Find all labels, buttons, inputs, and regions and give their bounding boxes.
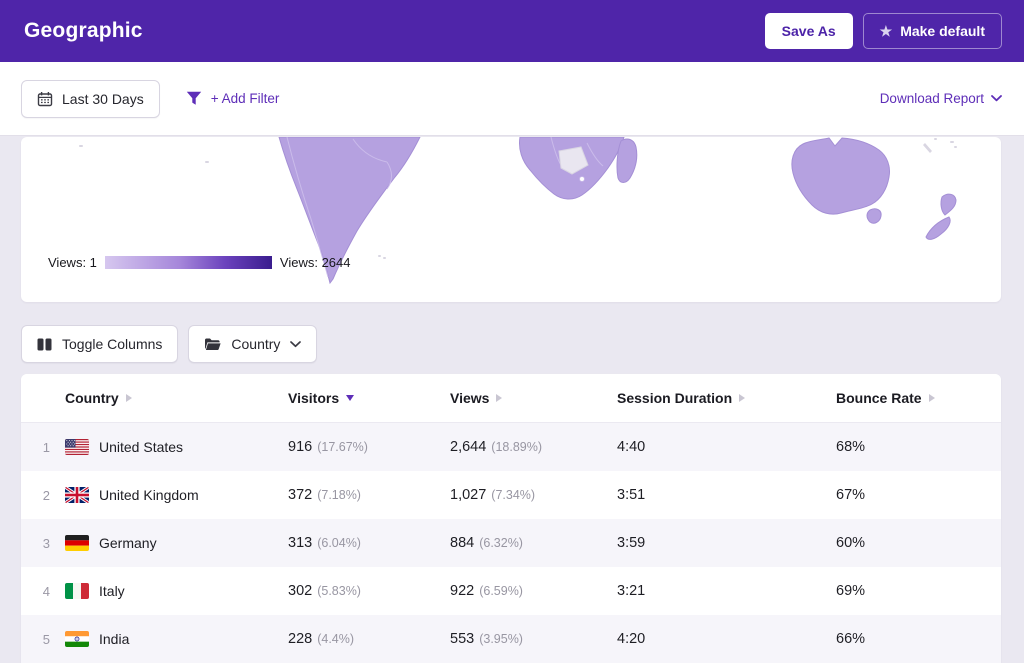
map-tasmania bbox=[867, 209, 881, 223]
visitors-percent: (7.18%) bbox=[317, 488, 361, 502]
chevron-down-icon bbox=[290, 341, 301, 348]
columns-icon bbox=[37, 338, 52, 351]
add-filter-button[interactable]: + Add Filter bbox=[186, 91, 280, 106]
flag-united-states-icon bbox=[65, 439, 89, 455]
views-value: 553 bbox=[450, 631, 474, 647]
sort-arrow-icon bbox=[496, 394, 502, 402]
flag-united-kingdom-icon bbox=[65, 487, 89, 503]
bounce-rate-value: 67% bbox=[836, 487, 865, 503]
row-rank: 5 bbox=[21, 632, 65, 647]
session-duration-value: 3:21 bbox=[617, 583, 645, 599]
visitors-value: 916 bbox=[288, 439, 312, 455]
map-views-legend: Views: 1 Views: 2644 bbox=[48, 255, 351, 270]
folder-icon bbox=[204, 337, 221, 351]
column-header-visitors[interactable]: Visitors bbox=[288, 390, 450, 406]
page-title: Geographic bbox=[24, 19, 143, 43]
views-percent: (18.89%) bbox=[491, 440, 542, 454]
toggle-columns-label: Toggle Columns bbox=[62, 336, 162, 352]
views-percent: (6.59%) bbox=[479, 584, 523, 598]
add-filter-label: + Add Filter bbox=[211, 91, 280, 106]
make-default-button[interactable]: ★ Make default bbox=[863, 13, 1002, 49]
table-row[interactable]: 4 Italy 302 (5.83%) 922 (6.59%) 3:21 69% bbox=[21, 567, 1001, 615]
column-header-country[interactable]: Country bbox=[65, 390, 288, 406]
map-australia bbox=[792, 138, 890, 214]
report-toolbar: Last 30 Days + Add Filter Download Repor… bbox=[0, 62, 1024, 136]
date-range-button[interactable]: Last 30 Days bbox=[21, 80, 160, 118]
sort-desc-icon bbox=[346, 395, 354, 401]
table-row[interactable]: 2 United Kingdom 372(7.18%) 1,027(7 bbox=[21, 471, 1001, 519]
views-value: 884 bbox=[450, 535, 474, 551]
visitors-percent: (6.04%) bbox=[317, 536, 361, 550]
star-icon: ★ bbox=[880, 24, 893, 38]
dimension-label: Country bbox=[231, 336, 280, 352]
download-report-label: Download Report bbox=[880, 91, 984, 106]
views-value: 2,644 bbox=[450, 439, 486, 455]
bounce-rate-value: 68% bbox=[836, 439, 865, 455]
country-name: India bbox=[99, 631, 129, 647]
save-as-button[interactable]: Save As bbox=[765, 13, 853, 49]
legend-max-label: Views: 2644 bbox=[280, 255, 351, 270]
table-row[interactable]: 1 bbox=[21, 423, 1001, 471]
map-nz-south bbox=[926, 217, 950, 239]
legend-min-label: Views: 1 bbox=[48, 255, 97, 270]
visitors-percent: (4.4%) bbox=[317, 632, 354, 646]
bounce-rate-value: 60% bbox=[836, 535, 865, 551]
row-rank: 4 bbox=[21, 584, 65, 599]
table-controls: Toggle Columns Country bbox=[21, 325, 1001, 363]
country-name: Italy bbox=[99, 583, 125, 599]
toggle-columns-button[interactable]: Toggle Columns bbox=[21, 325, 178, 363]
session-duration-value: 4:40 bbox=[617, 439, 645, 455]
views-percent: (7.34%) bbox=[491, 488, 535, 502]
geographic-map-card: Views: 1 Views: 2644 bbox=[21, 137, 1001, 302]
download-report-dropdown[interactable]: Download Report bbox=[880, 91, 1002, 106]
table-row[interactable]: 5 India 228 (4.4%) 553 (3.95%) 4:20 66% bbox=[21, 615, 1001, 663]
bounce-rate-value: 66% bbox=[836, 631, 865, 647]
visitors-percent: (5.83%) bbox=[317, 584, 361, 598]
row-rank: 1 bbox=[21, 440, 65, 455]
filter-funnel-icon bbox=[186, 91, 202, 106]
date-range-label: Last 30 Days bbox=[62, 91, 144, 107]
table-header-row: Country Visitors Views Session Duration … bbox=[21, 374, 1001, 423]
views-value: 922 bbox=[450, 583, 474, 599]
sort-arrow-icon bbox=[929, 394, 935, 402]
session-duration-value: 4:20 bbox=[617, 631, 645, 647]
dimension-dropdown[interactable]: Country bbox=[188, 325, 317, 363]
views-percent: (6.32%) bbox=[479, 536, 523, 550]
bounce-rate-value: 69% bbox=[836, 583, 865, 599]
sort-arrow-icon bbox=[739, 394, 745, 402]
country-name: United States bbox=[99, 439, 183, 455]
chevron-down-icon bbox=[991, 95, 1002, 102]
world-map[interactable] bbox=[21, 137, 1001, 302]
sort-arrow-icon bbox=[126, 394, 132, 402]
column-header-session-duration[interactable]: Session Duration bbox=[617, 390, 836, 406]
column-header-bounce-rate[interactable]: Bounce Rate bbox=[836, 390, 1001, 406]
views-percent: (3.95%) bbox=[479, 632, 523, 646]
map-nz-north bbox=[941, 194, 956, 215]
country-name: Germany bbox=[99, 535, 157, 551]
views-value: 1,027 bbox=[450, 487, 486, 503]
table-row[interactable]: 3 Germany 313 (6.04%) 884 (6.32%) 3:59 60% bbox=[21, 519, 1001, 567]
flag-germany-icon bbox=[65, 535, 89, 551]
visitors-percent: (17.67%) bbox=[317, 440, 368, 454]
geographic-table: Country Visitors Views Session Duration … bbox=[21, 374, 1001, 663]
session-duration-value: 3:51 bbox=[617, 487, 645, 503]
page-header: Geographic Save As ★ Make default bbox=[0, 0, 1024, 62]
row-rank: 2 bbox=[21, 488, 65, 503]
visitors-value: 313 bbox=[288, 535, 312, 551]
visitors-value: 228 bbox=[288, 631, 312, 647]
map-madagascar bbox=[617, 139, 637, 183]
row-rank: 3 bbox=[21, 536, 65, 551]
flag-india-icon bbox=[65, 631, 89, 647]
legend-gradient-bar bbox=[105, 256, 272, 269]
make-default-label: Make default bbox=[900, 23, 985, 39]
country-name: United Kingdom bbox=[99, 487, 199, 503]
visitors-value: 372 bbox=[288, 487, 312, 503]
session-duration-value: 3:59 bbox=[617, 535, 645, 551]
flag-italy-icon bbox=[65, 583, 89, 599]
calendar-icon bbox=[37, 91, 53, 107]
column-header-views[interactable]: Views bbox=[450, 390, 617, 406]
visitors-value: 302 bbox=[288, 583, 312, 599]
